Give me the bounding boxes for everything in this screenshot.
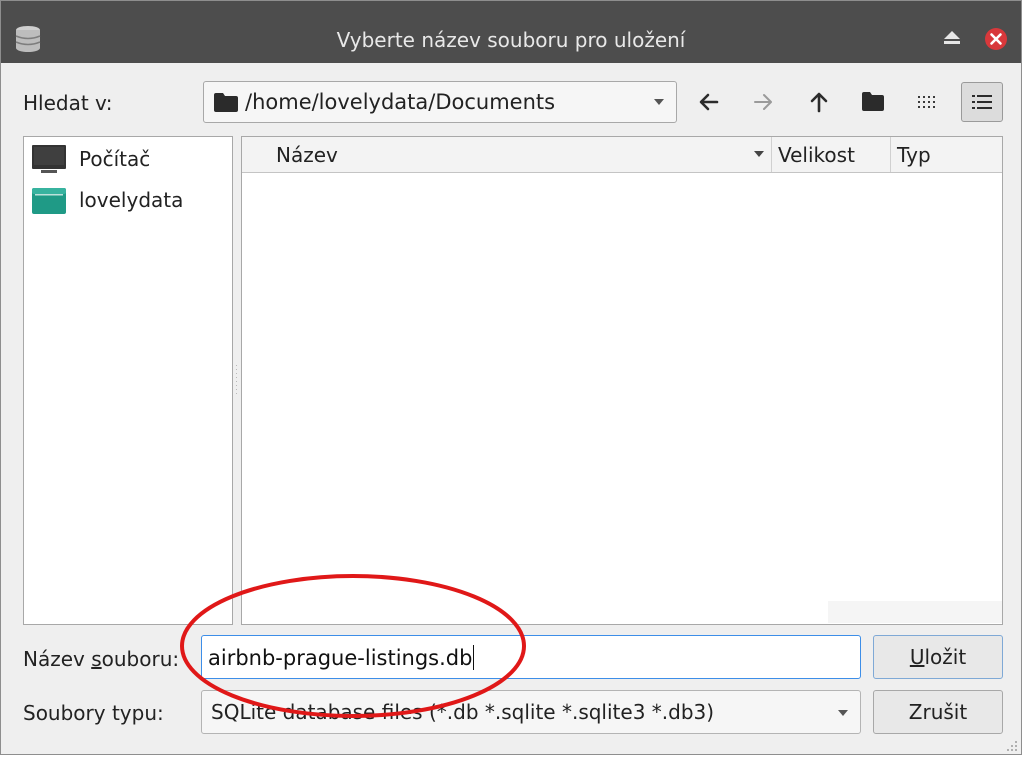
window-title: Vyberte název souboru pro uložení [336, 28, 686, 52]
look-in-label: Hledat v: [23, 91, 113, 115]
scroll-corner [828, 601, 1002, 623]
places-sidebar: Počítač lovelydata [23, 136, 233, 625]
up-arrow-icon [810, 92, 828, 113]
forward-button[interactable] [745, 83, 781, 121]
chevron-down-icon[interactable] [838, 710, 848, 716]
look-in-combobox[interactable]: /home/lovelydata/Documents [203, 81, 677, 123]
filename-value-wrap: airbnb-prague-listings.db [208, 645, 475, 670]
file-type-combobox[interactable]: SQLite database files (*.db *.sqlite *.s… [201, 690, 861, 734]
splitter-handle[interactable] [235, 363, 238, 397]
new-folder-icon [862, 92, 884, 111]
computer-icon [32, 145, 66, 173]
save-button[interactable]: Uložit [873, 635, 1003, 679]
icon-view-button[interactable] [909, 83, 945, 121]
parent-directory-button[interactable] [801, 83, 837, 121]
sidebar-item-computer[interactable]: Počítač [32, 143, 222, 175]
file-list-header: Název Velikost Typ [242, 137, 1002, 173]
title-bar[interactable]: Vyberte název souboru pro uložení [1, 1, 1021, 63]
chevron-down-icon[interactable] [654, 99, 664, 105]
filename-label-mnemonic: s [91, 647, 102, 671]
filename-label-part: Název [23, 647, 92, 671]
save-file-dialog: Vyberte název souboru pro uložení Hledat… [0, 0, 1022, 755]
text-cursor [473, 645, 475, 670]
sidebar-item-label: Počítač [79, 147, 151, 171]
back-button[interactable] [691, 83, 727, 121]
detail-view-button[interactable] [961, 82, 1003, 122]
sidebar-item-lovelydata[interactable]: lovelydata [32, 184, 222, 216]
save-button-label: ložit [924, 645, 967, 669]
save-button-mnemonic: U [909, 645, 925, 669]
resize-grip-icon[interactable] [1003, 737, 1019, 753]
sort-descending-icon [754, 151, 764, 157]
cancel-button[interactable]: Zrušit [873, 690, 1003, 734]
filename-input[interactable]: airbnb-prague-listings.db [201, 635, 861, 679]
close-icon[interactable] [984, 27, 1008, 51]
filename-label-part: ouboru: [101, 647, 180, 671]
folder-icon [214, 93, 238, 112]
file-type-value: SQLite database files (*.db *.sqlite *.s… [211, 700, 715, 724]
file-list[interactable]: Název Velikost Typ [241, 136, 1003, 625]
sidebar-item-label: lovelydata [79, 188, 184, 212]
look-in-path: /home/lovelydata/Documents [245, 90, 556, 114]
forward-arrow-icon [754, 94, 772, 110]
back-arrow-icon [699, 93, 719, 111]
column-header-name[interactable]: Název [242, 137, 772, 172]
icon-view-icon [918, 96, 935, 108]
column-header-size[interactable]: Velikost [773, 137, 891, 172]
file-type-label: Soubory typu: [23, 701, 164, 725]
new-folder-button[interactable] [855, 83, 891, 121]
column-header-type[interactable]: Typ [892, 137, 1002, 172]
detail-view-icon [972, 95, 992, 109]
eject-icon[interactable] [943, 31, 961, 45]
filename-label: Název souboru: [23, 647, 179, 671]
filename-value: airbnb-prague-listings.db [208, 646, 473, 670]
home-folder-icon [32, 188, 66, 214]
